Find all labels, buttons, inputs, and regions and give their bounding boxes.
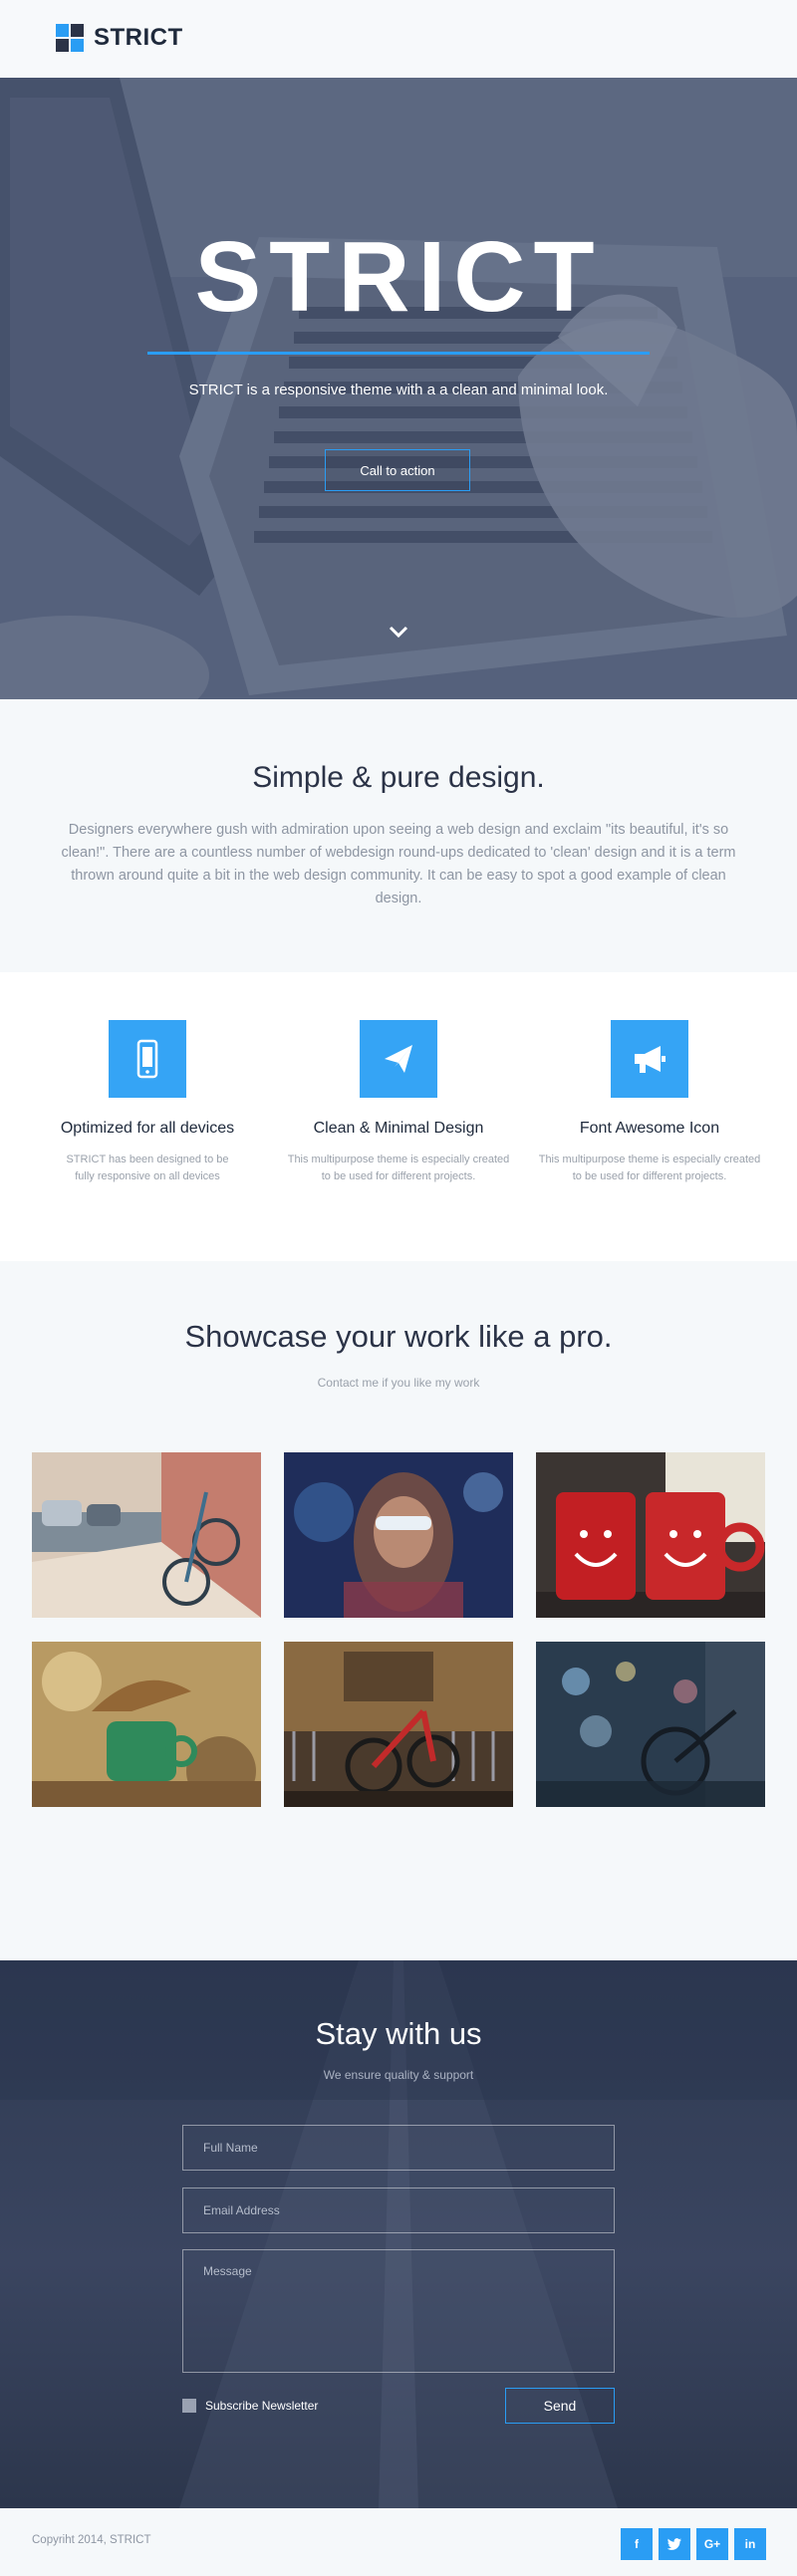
feature-card-devices: Optimized for all devices STRICT has bee…: [28, 1020, 267, 1185]
showcase-section: Showcase your work like a pro. Contact m…: [0, 1261, 797, 1960]
chevron-down-icon[interactable]: [387, 622, 410, 642]
logo[interactable]: STRICT: [56, 24, 183, 52]
google-plus-icon[interactable]: G+: [696, 2528, 728, 2560]
message-textarea[interactable]: [182, 2249, 615, 2373]
feature-text: This multipurpose theme is especially cr…: [538, 1154, 761, 1182]
features-section: Optimized for all devices STRICT has bee…: [0, 972, 797, 1261]
feature-title: Clean & Minimal Design: [313, 1120, 484, 1137]
paper-plane-icon: [360, 1020, 437, 1098]
subscribe-newsletter[interactable]: Subscribe Newsletter: [182, 2399, 318, 2413]
intro-text: Designers everywhere gush with admiratio…: [61, 822, 736, 906]
site-header: STRICT: [0, 0, 797, 78]
hero-title: STRICT: [194, 221, 603, 333]
portfolio-item-bicycle-bokeh[interactable]: [536, 1642, 765, 1807]
showcase-subtitle: Contact me if you like my work: [317, 1376, 480, 1390]
bullhorn-icon: [611, 1020, 688, 1098]
mobile-icon: [109, 1020, 186, 1098]
feature-card-design: Clean & Minimal Design This multipurpose…: [279, 1020, 518, 1185]
hero-subtitle: STRICT is a responsive theme with a a cl…: [188, 382, 609, 398]
full-name-input[interactable]: [182, 2125, 615, 2171]
portfolio-item-red-bicycle[interactable]: [284, 1642, 513, 1807]
copyright-text: Copyriht 2014, STRICT: [32, 2534, 151, 2546]
contact-title: Stay with us: [315, 2016, 482, 2051]
feature-title: Font Awesome Icon: [579, 1120, 720, 1137]
site-footer: Copyriht 2014, STRICT f G+ in: [0, 2508, 797, 2576]
intro-section: Simple & pure design. Designers everywhe…: [0, 699, 797, 972]
portfolio-item-green-cup[interactable]: [32, 1642, 261, 1807]
logo-grid-icon: [56, 24, 84, 52]
call-to-action-button[interactable]: Call to action: [325, 449, 470, 491]
contact-section: Stay with us We ensure quality & support…: [0, 1960, 797, 2508]
subscribe-checkbox[interactable]: [182, 2399, 196, 2413]
feature-text: This multipurpose theme is especially cr…: [287, 1154, 510, 1182]
subscribe-label: Subscribe Newsletter: [205, 2399, 319, 2413]
showcase-title: Showcase your work like a pro.: [184, 1319, 613, 1354]
portfolio-item-woman-sunglasses[interactable]: [284, 1452, 513, 1618]
hero-divider: [147, 352, 650, 355]
portfolio-item-red-mugs[interactable]: [536, 1452, 765, 1618]
feature-text: STRICT has been designed to be fully res…: [66, 1154, 229, 1182]
send-button[interactable]: Send: [505, 2388, 615, 2424]
facebook-icon[interactable]: f: [621, 2528, 653, 2560]
twitter-icon[interactable]: [659, 2528, 690, 2560]
portfolio-item-bicycle-street[interactable]: [32, 1452, 261, 1618]
email-address-input[interactable]: [182, 2188, 615, 2233]
feature-title: Optimized for all devices: [60, 1120, 235, 1137]
linkedin-icon[interactable]: in: [734, 2528, 766, 2560]
contact-subtitle: We ensure quality & support: [323, 2068, 474, 2082]
intro-title: Simple & pure design.: [252, 761, 545, 794]
hero-section: STRICT STRICT is a responsive theme with…: [0, 78, 797, 699]
feature-card-icons: Font Awesome Icon This multipurpose them…: [530, 1020, 769, 1185]
logo-text: STRICT: [94, 24, 183, 51]
